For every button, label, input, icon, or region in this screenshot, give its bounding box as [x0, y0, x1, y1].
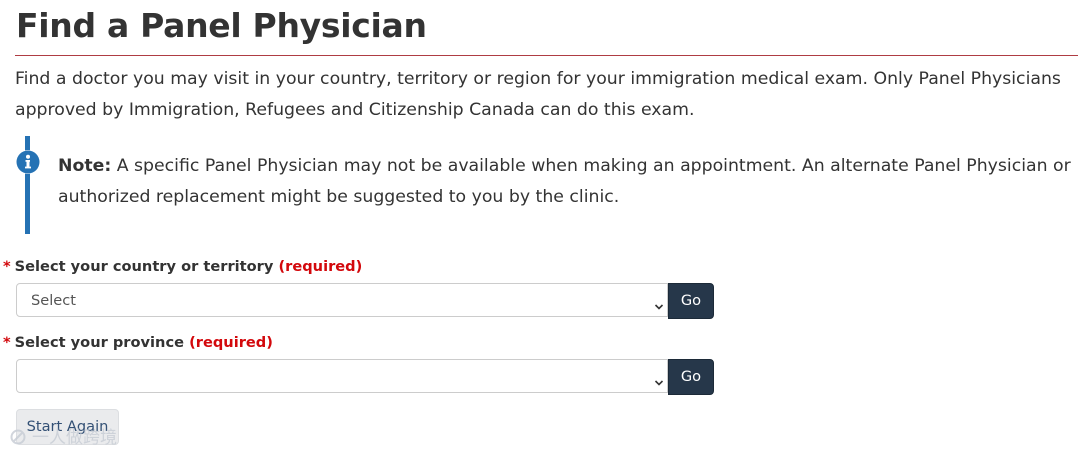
province-select[interactable] — [16, 359, 668, 393]
required-marker: * — [3, 334, 11, 351]
svg-text:一人做跨境: 一人做跨境 — [32, 428, 117, 448]
country-select[interactable]: Select — [16, 283, 668, 317]
country-label: * Select your country or territory (requi… — [3, 258, 362, 275]
intro-text: Find a doctor you may visit in your coun… — [15, 69, 1061, 120]
country-select-value: Select — [31, 292, 77, 309]
watermark-logo-icon: 一人做跨境 — [10, 428, 117, 448]
required-marker: * — [3, 258, 11, 275]
province-label-text: Select your province — [14, 334, 184, 351]
chevron-down-icon — [654, 372, 664, 391]
alert-label: Note: — [58, 156, 112, 176]
page-title: Find a Panel Physician — [16, 6, 427, 45]
required-text: (required) — [278, 258, 363, 275]
info-icon — [16, 150, 40, 174]
province-go-button[interactable]: Go — [668, 359, 714, 395]
country-label-text: Select your country or territory — [14, 258, 274, 275]
watermark: 一人做跨境 — [10, 425, 142, 449]
province-label: * Select your province (required) — [3, 334, 273, 351]
info-alert: Note: A specific Panel Physician may not… — [16, 136, 1078, 234]
country-go-button[interactable]: Go — [668, 283, 714, 319]
alert-body: A specific Panel Physician may not be av… — [58, 156, 1071, 207]
alert-message: Note: A specific Panel Physician may not… — [58, 151, 1078, 213]
title-rule — [15, 55, 1078, 56]
chevron-down-icon — [654, 296, 664, 315]
required-text: (required) — [189, 334, 273, 351]
